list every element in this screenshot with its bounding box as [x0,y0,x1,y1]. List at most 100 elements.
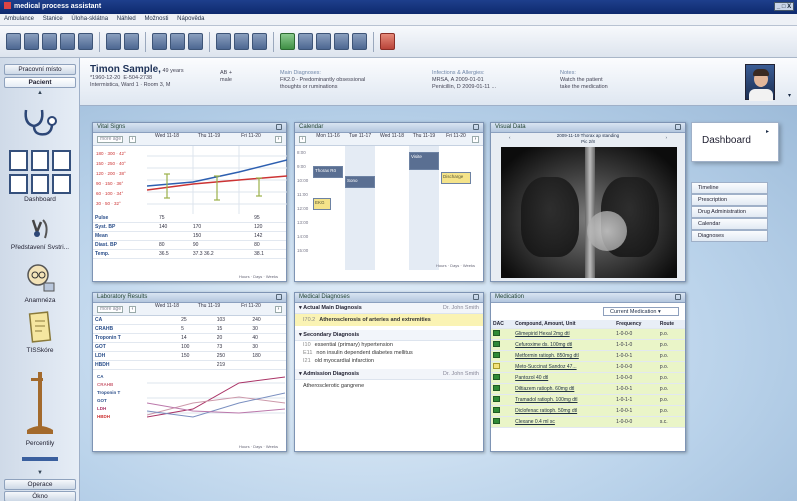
table-row[interactable]: Metformin ratioph. 850mg dtl 1-0-0-1 p.o. [491,350,685,362]
medication-filter-select[interactable]: Current Medication ▾ [603,307,679,316]
menu-nahled[interactable]: Náhled [117,16,136,22]
table-row[interactable]: Glimepirid Hexal 2mg dtl 1-0-0-0 p.o. [491,328,685,340]
people-icon[interactable] [334,33,349,50]
tab-timeline[interactable]: Timeline [691,182,768,194]
menu-uloha[interactable]: Úloha-sklátna [71,16,108,22]
tab-diagnoses[interactable]: Diagnoses [691,230,768,242]
document-icon[interactable] [152,33,167,50]
workplace-button[interactable]: Pracovní místo [4,64,76,75]
cloud-icon[interactable] [352,33,367,50]
search-icon[interactable] [106,33,121,50]
calendar-day[interactable]: Fri 11-20 [441,133,471,140]
zoom-slider[interactable]: Hours · Days · Weeks [239,444,278,449]
monitor2-icon[interactable] [234,33,249,50]
col-route[interactable]: Route [657,320,685,329]
calendar-event[interactable]: Discharge [441,172,471,184]
diagnosis-item[interactable]: I21 old myocardial infarction [295,357,483,365]
prev-image-icon[interactable]: ‹ [509,135,511,141]
preview-icon[interactable] [78,33,93,50]
menu-napoveda[interactable]: Nápověda [177,16,204,22]
menu-stanice[interactable]: Stanice [43,16,63,22]
next-day-icon[interactable]: › [275,136,282,143]
prev-week-icon[interactable]: ‹ [299,136,306,143]
scroll-up-icon[interactable]: ▲ [4,90,76,99]
print-icon[interactable] [60,33,75,50]
maximize-icon[interactable] [276,294,282,300]
globe-icon[interactable] [280,33,295,50]
col-dac[interactable]: DAC [491,320,514,329]
patient-photo[interactable] [745,64,775,101]
tab-menu-icon[interactable]: ▸ [766,128,769,135]
prev-day-icon[interactable]: ‹ [129,306,136,313]
nav-dashboard[interactable]: Dashboard [6,150,74,203]
diagnosis-item[interactable]: I10 essential (primary) hypertension [295,341,483,349]
vital-range-dropdown[interactable]: more age [97,136,123,143]
monitor-icon[interactable] [216,33,231,50]
table-row[interactable]: Clexane 0.4 ml sc 1-0-0-0 s.c. [491,416,685,428]
window-button[interactable]: Ókno [4,491,76,501]
maximize-icon[interactable] [675,294,681,300]
calendar-event[interactable]: Thorax Rö [313,166,343,178]
nav-anamnesis[interactable]: Anamnéza [6,263,74,304]
nav-introduction[interactable]: Představení Svstri... [6,218,74,251]
stethoscope-icon[interactable] [6,108,74,142]
table-row[interactable]: Tramadol ratioph. 100mg dtl 1-0-1-1 p.o. [491,394,685,406]
photo-menu-icon[interactable]: ▾ [788,92,791,99]
tab-drug-administration[interactable]: Drug Administration [691,206,768,218]
main-diagnosis-item[interactable]: I70.2 Atherosclerosis of arteries and ext… [295,314,483,326]
maximize-icon[interactable] [276,124,282,130]
structure-icon[interactable] [298,33,313,50]
diagnosis-item[interactable]: E11 non insulin dependent diabetes mellit… [295,349,483,357]
monitor3-icon[interactable] [252,33,267,50]
calendar-day[interactable]: Tue 11-17 [345,133,375,140]
table-row[interactable]: Meto-Succinat Sandoz 47... 1-0-0-0 p.o. [491,361,685,373]
exit-icon[interactable] [380,33,395,50]
save-icon[interactable] [42,33,57,50]
list-icon[interactable] [188,33,203,50]
zoom-slider[interactable]: Hours · Days · Weeks [239,274,278,279]
calendar-day[interactable]: Mon 11-16 [313,133,343,140]
calendar-day[interactable]: Thu 11-19 [409,133,439,140]
operation-button[interactable]: Operace [4,479,76,490]
maximize-icon[interactable] [473,294,479,300]
medication-route: p.o. [657,394,685,406]
table-row[interactable]: Diltiazem ratioph. 60mg dtl 1-0-0-1 p.o. [491,383,685,395]
next-day-icon[interactable]: › [275,306,282,313]
secondary-diagnosis-section[interactable]: ▾ Secondary Diagnosis [295,330,483,341]
scroll-down-icon[interactable]: ▼ [4,470,76,479]
calendar-event[interactable]: Sono [345,176,375,188]
tab-prescription[interactable]: Prescription [691,194,768,206]
zoom-slider[interactable]: Hours · Days · Weeks [436,263,475,268]
table-row[interactable]: Diclofenac ratioph. 50mg dtl 1-0-0-1 p.o. [491,405,685,417]
table-row[interactable]: Pantozol 40 dtl 1-0-0-0 p.o. [491,372,685,384]
next-image-icon[interactable]: › [666,135,668,141]
prev-day-icon[interactable]: ‹ [129,136,136,143]
col-frequency[interactable]: Frequency [614,320,658,329]
maximize-icon[interactable] [675,124,681,130]
chest-xray-image[interactable] [501,147,677,278]
lab-range-dropdown[interactable]: more age [97,306,123,313]
calendar-event[interactable]: Visite [409,152,439,170]
menu-moznosti[interactable]: Možnosti [144,16,168,22]
patient-button[interactable]: Pacient [4,77,76,88]
new-icon[interactable] [6,33,21,50]
admission-diagnosis-section[interactable]: ▾ Admission Diagnosis Dr. John Smith [295,369,483,380]
nav-percentiles[interactable]: Percentily [6,370,74,447]
tab-calendar[interactable]: Calendar [691,218,768,230]
main-diagnosis-section[interactable]: ▾ Actual Main Diagnosis Dr. John Smith [295,303,483,314]
open-icon[interactable] [24,33,39,50]
table-icon[interactable] [170,33,185,50]
col-compound[interactable]: Compound, Amount, Unit [513,320,615,329]
nav-tiss[interactable]: TISSkóre [6,311,74,354]
chart-icon[interactable] [124,33,139,50]
calendar-day[interactable]: Wed 11-18 [377,133,407,140]
calendar-event[interactable]: EKG [313,198,331,210]
admission-diagnosis-item[interactable]: Atherosclerotic gangrene [295,380,483,392]
table-row[interactable]: Cefuroxime ds. 100mg dtl 1-0-1-0 p.o. [491,339,685,351]
menu-ambulance[interactable]: Ambulance [4,16,34,22]
window-controls[interactable]: _ □ X [774,2,794,11]
network-icon[interactable] [316,33,331,50]
cell: 30 [250,342,286,352]
next-week-icon[interactable]: › [472,136,479,143]
maximize-icon[interactable] [473,124,479,130]
